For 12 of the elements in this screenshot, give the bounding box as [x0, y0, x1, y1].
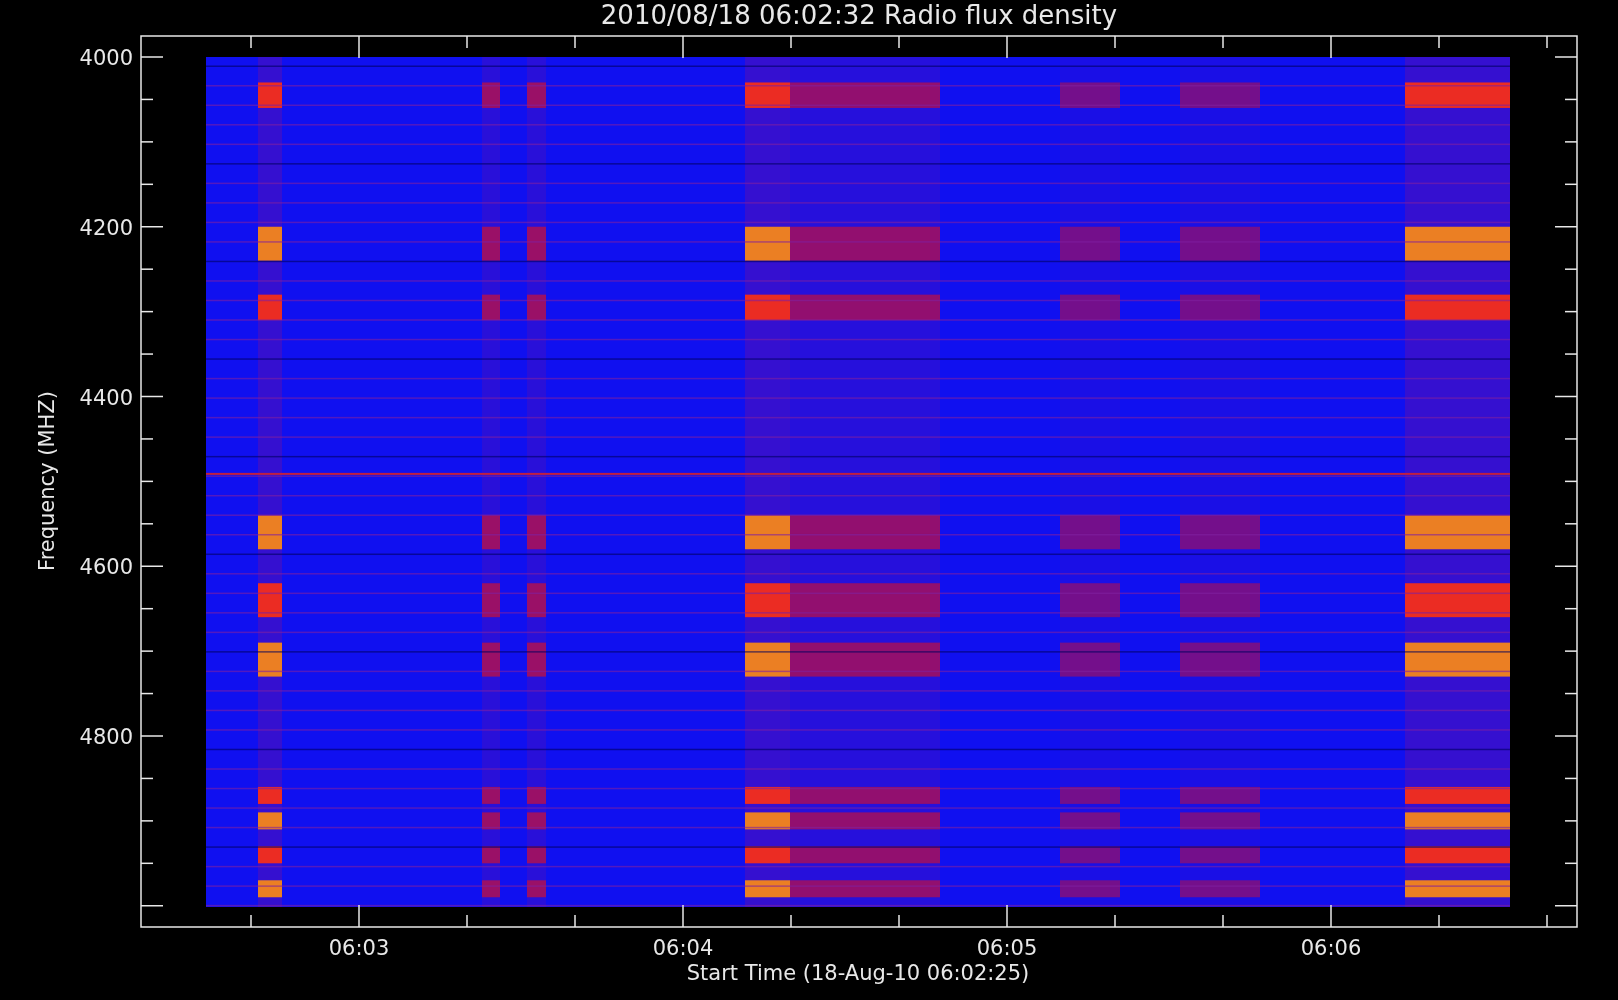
y-tick-label: 4400: [79, 385, 133, 410]
y-tick-label: 4600: [79, 555, 133, 580]
y-tick-label: 4000: [79, 46, 133, 70]
y-axis-label: Frequency (MHZ): [35, 391, 59, 571]
x-axis-label: Start Time (18-Aug-10 06:02:25): [686, 961, 1030, 985]
x-tick-label: 06:04: [652, 936, 714, 960]
chart-title: 2010/08/18 06:02:32 Radio flux density: [600, 0, 1118, 30]
x-tick-label: 06:05: [976, 936, 1038, 960]
y-tick-label: 4200: [79, 215, 133, 240]
x-tick-label: 06:03: [328, 936, 390, 960]
y-tick-label: 4800: [79, 725, 133, 749]
x-tick-label: 06:06: [1300, 936, 1362, 960]
